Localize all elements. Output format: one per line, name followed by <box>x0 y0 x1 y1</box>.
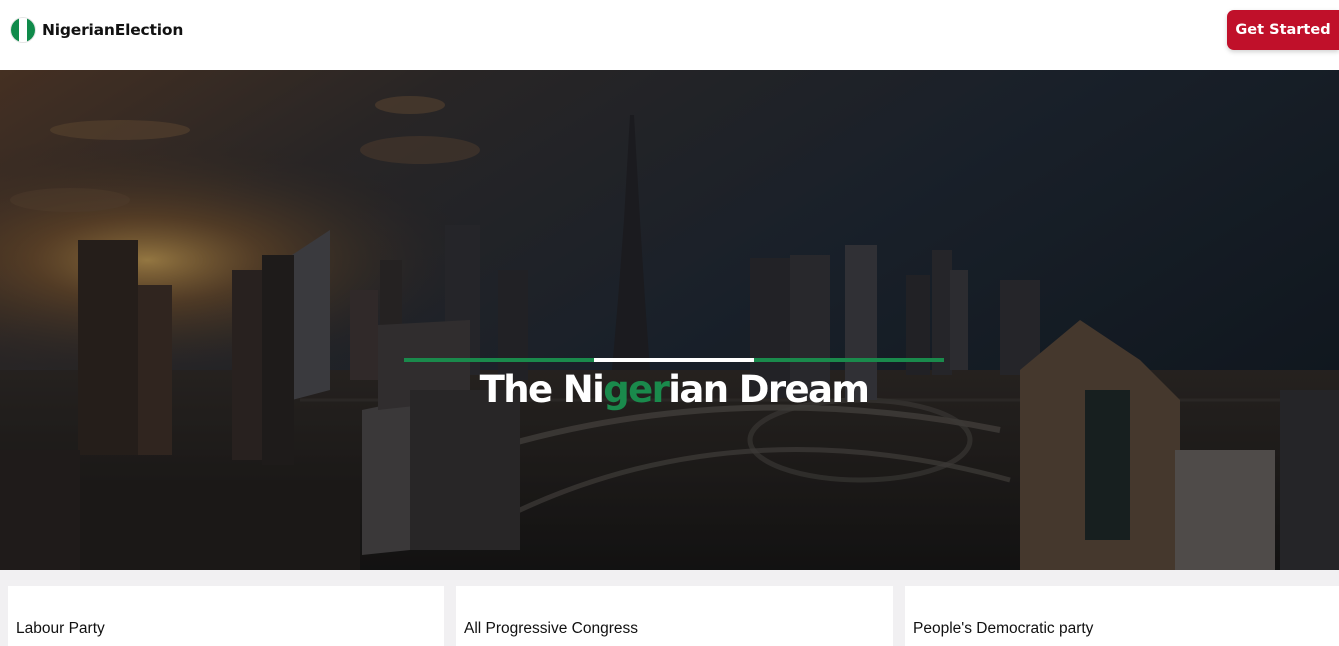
party-card-title: Labour Party <box>16 620 105 637</box>
hero-title-pre: The Ni <box>479 368 605 411</box>
top-navbar: NigerianElection Get Started <box>0 0 1339 70</box>
hero-banner: The Nigerian Dream <box>0 70 1339 570</box>
hero-divider <box>404 358 944 362</box>
party-card-labour[interactable]: Labour Party <box>8 586 444 646</box>
hero-title: The Nigerian Dream <box>404 368 944 411</box>
nigeria-flag-icon <box>10 17 36 43</box>
hero-title-post: ian Dream <box>668 368 870 411</box>
get-started-button[interactable]: Get Started <box>1227 10 1339 50</box>
party-card-title: People's Democratic party <box>913 620 1094 637</box>
party-card-pdp[interactable]: People's Democratic party <box>905 586 1339 646</box>
city-skyline-image <box>0 70 1339 570</box>
party-card-title: All Progressive Congress <box>464 620 639 637</box>
party-cards: Labour Party All Progressive Congress Pe… <box>0 570 1339 646</box>
brand-link[interactable]: NigerianElection <box>10 17 183 43</box>
divider-green-right <box>754 358 944 362</box>
party-card-apc[interactable]: All Progressive Congress <box>456 586 893 646</box>
brand-name: NigerianElection <box>42 21 184 39</box>
divider-green-left <box>404 358 594 362</box>
divider-white <box>594 358 754 362</box>
hero-title-accent: ger <box>603 368 670 411</box>
